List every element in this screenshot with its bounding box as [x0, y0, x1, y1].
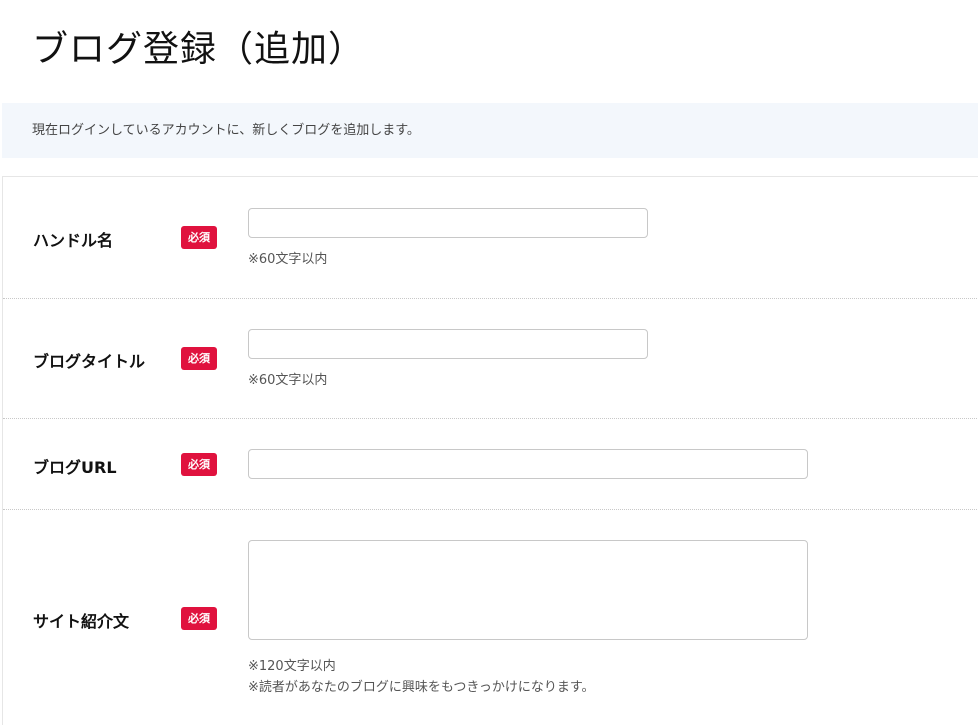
site-description-textarea[interactable] — [248, 540, 808, 640]
handle-name-label: ハンドル名 — [33, 231, 114, 250]
info-banner: 現在ログインしているアカウントに、新しくブログを追加します。 — [2, 103, 978, 158]
required-badge: 必須 — [181, 347, 217, 370]
required-badge: 必須 — [181, 453, 217, 476]
blog-url-label: ブログURL — [33, 458, 117, 477]
form-row-blog-url: ブログURL 必須 — [3, 419, 978, 510]
site-description-hint-length: ※120文字以内 — [248, 659, 336, 674]
blog-title-label: ブログタイトル — [33, 352, 146, 371]
form-row-blog-title: ブログタイトル 必須 ※60文字以内 — [3, 299, 978, 419]
form-row-site-description: サイト紹介文 必須 ※120文字以内 ※読者があなたのブログに興味をもつきっかけ… — [3, 510, 978, 725]
required-badge: 必須 — [181, 607, 217, 630]
blog-form: ハンドル名 必須 ※60文字以内 ブログタイトル 必須 ※60文字以内 ブログU… — [2, 176, 978, 725]
blog-title-hint: ※60文字以内 — [248, 373, 328, 388]
form-row-handle-name: ハンドル名 必須 ※60文字以内 — [3, 177, 978, 299]
handle-name-hint: ※60文字以内 — [248, 252, 328, 267]
page-title: ブログ登録（追加） — [32, 29, 366, 70]
required-badge: 必須 — [181, 226, 217, 249]
blog-title-input[interactable] — [248, 329, 648, 359]
blog-url-input[interactable] — [248, 449, 808, 479]
site-description-hint-purpose: ※読者があなたのブログに興味をもつきっかけになります。 — [248, 680, 595, 695]
site-description-label: サイト紹介文 — [33, 612, 130, 631]
handle-name-input[interactable] — [248, 208, 648, 238]
blog-registration-page: ブログ登録（追加） 現在ログインしているアカウントに、新しくブログを追加します。… — [0, 0, 978, 725]
